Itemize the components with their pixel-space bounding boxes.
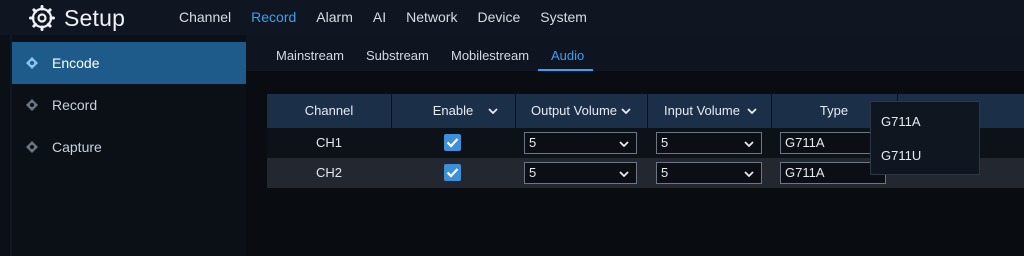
col-output-volume-label: Output Volume xyxy=(531,103,617,118)
sidebar-item-label: Encode xyxy=(52,55,100,71)
sidebar-item-record[interactable]: Record xyxy=(12,84,246,126)
col-output-volume[interactable]: Output Volume xyxy=(515,94,648,128)
input-volume-select[interactable]: 5 xyxy=(656,162,762,184)
chevron-down-icon xyxy=(488,108,498,114)
col-input-volume-label: Input Volume xyxy=(664,103,740,118)
sidebar-item-encode[interactable]: Encode xyxy=(12,42,246,84)
col-channel: Channel xyxy=(267,94,392,128)
chevron-down-icon xyxy=(621,108,631,114)
sidebar-item-label: Record xyxy=(52,97,98,113)
top-navigation: Channel Record Alarm AI Network Device S… xyxy=(169,0,597,35)
diamond-dot-icon xyxy=(26,99,38,111)
app-header: Setup xyxy=(28,4,125,32)
chevron-down-icon xyxy=(619,171,629,177)
page-title: Setup xyxy=(64,4,126,31)
chevron-down-icon xyxy=(744,171,754,177)
type-value: G711A xyxy=(785,165,825,180)
subtab-bar: Mainstream Substream Mobilestream Audio xyxy=(246,35,1024,71)
chevron-down-icon xyxy=(747,108,757,114)
dropdown-option-g711a[interactable]: G711A xyxy=(881,114,921,129)
input-volume-value: 5 xyxy=(661,165,669,180)
channel-cell: CH2 xyxy=(315,165,342,180)
tab-mobilestream[interactable]: Mobilestream xyxy=(451,35,529,71)
type-dropdown-menu: G711A G711U xyxy=(870,101,980,175)
nav-system[interactable]: System xyxy=(530,0,597,35)
sidebar-item-capture[interactable]: Capture xyxy=(12,126,246,168)
gear-icon xyxy=(29,5,55,31)
enable-checkbox[interactable] xyxy=(444,134,461,151)
col-enable-label: Enable xyxy=(432,103,474,118)
nav-record[interactable]: Record xyxy=(241,0,306,35)
active-tab-indicator xyxy=(538,69,593,71)
chevron-down-icon xyxy=(744,141,754,147)
diamond-dot-icon xyxy=(26,57,38,69)
output-volume-select[interactable]: 5 xyxy=(524,132,637,154)
diamond-dot-icon xyxy=(26,141,38,153)
tab-substream[interactable]: Substream xyxy=(366,35,429,71)
chevron-down-icon xyxy=(619,141,629,147)
col-enable[interactable]: Enable xyxy=(391,94,516,128)
input-volume-value: 5 xyxy=(661,135,669,150)
top-bar: Setup Channel Record Alarm AI Network De… xyxy=(0,0,1024,36)
enable-checkbox[interactable] xyxy=(444,164,461,181)
nav-ai[interactable]: AI xyxy=(363,0,396,35)
nav-device[interactable]: Device xyxy=(467,0,530,35)
channel-cell: CH1 xyxy=(315,135,342,150)
sidebar: Encode Record Capture xyxy=(0,35,246,256)
tab-mainstream[interactable]: Mainstream xyxy=(276,35,344,71)
output-volume-select[interactable]: 5 xyxy=(524,162,637,184)
output-volume-value: 5 xyxy=(529,135,537,150)
type-value: G711A xyxy=(785,135,825,150)
sidebar-item-label: Capture xyxy=(52,139,102,155)
col-type-label: Type xyxy=(819,103,849,118)
nav-channel[interactable]: Channel xyxy=(169,0,241,35)
dropdown-option-g711u[interactable]: G711U xyxy=(881,148,921,163)
output-volume-value: 5 xyxy=(529,165,537,180)
input-volume-select[interactable]: 5 xyxy=(656,132,762,154)
nav-network[interactable]: Network xyxy=(396,0,467,35)
nav-alarm[interactable]: Alarm xyxy=(306,0,363,35)
sidebar-divider xyxy=(10,35,12,256)
checkmark-icon xyxy=(446,138,459,148)
tab-audio[interactable]: Audio xyxy=(551,35,584,71)
checkmark-icon xyxy=(446,168,459,178)
col-input-volume[interactable]: Input Volume xyxy=(647,94,772,128)
